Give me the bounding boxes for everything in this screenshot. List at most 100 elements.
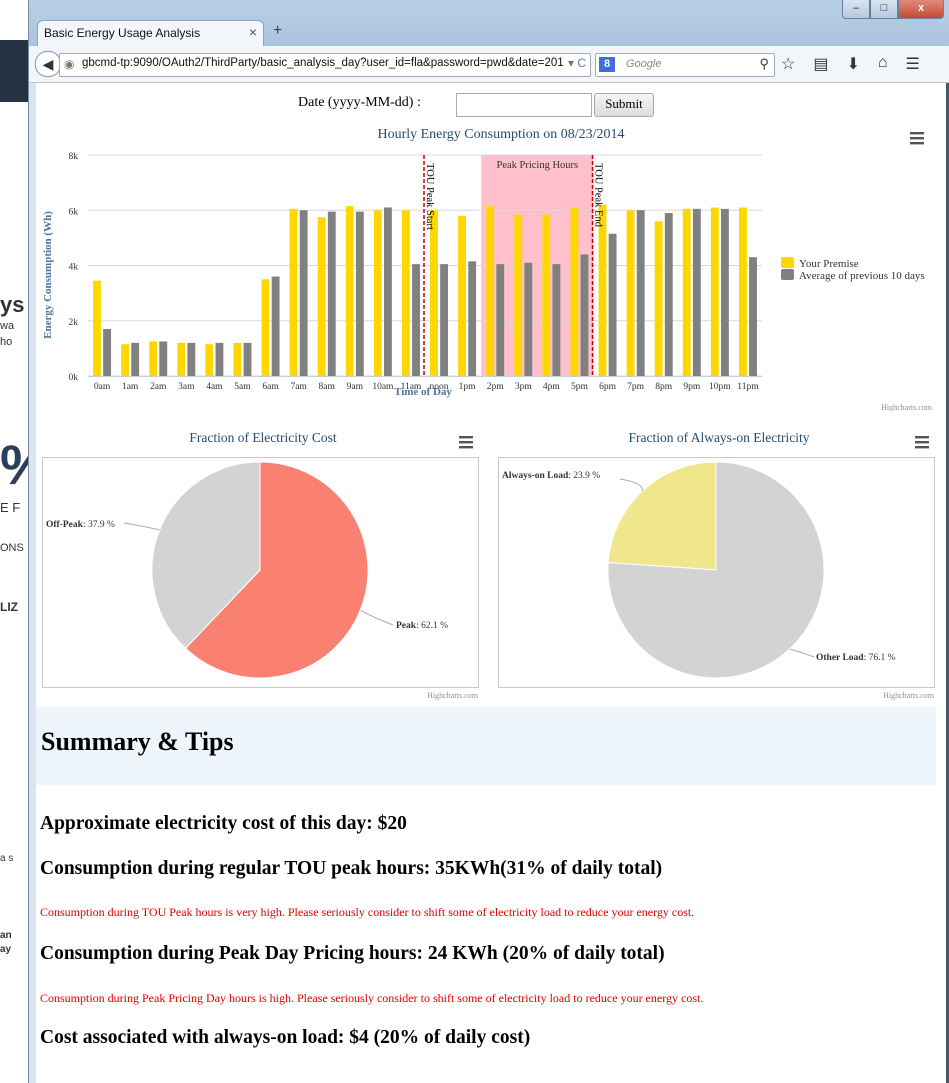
bar-premise[interactable] [93, 280, 101, 376]
bar-average[interactable] [524, 262, 533, 376]
close-window-button[interactable]: x [898, 0, 944, 19]
bar-average[interactable] [468, 261, 477, 376]
peak-day-heading: Consumption during Peak Day Pricing hour… [40, 943, 665, 964]
credits-link[interactable]: Highcharts.com [427, 691, 479, 700]
back-arrow-icon[interactable]: ◀ [35, 51, 61, 77]
chart-menu-icon[interactable] [915, 436, 929, 449]
search-engine-icon[interactable]: 8 [599, 57, 615, 72]
bar-premise[interactable] [317, 217, 326, 376]
bar-premise[interactable] [289, 208, 298, 376]
bar-average[interactable] [636, 210, 645, 376]
browser-window: Basic Energy Usage Analysis × + – □ x ◀ … [28, 0, 949, 1083]
bar-premise[interactable] [570, 207, 579, 376]
bar-average[interactable] [187, 342, 196, 376]
home-icon[interactable]: ⌂ [878, 54, 888, 74]
search-icon[interactable]: ⚲ [759, 56, 769, 72]
bar-premise[interactable] [149, 341, 158, 376]
bar-premise[interactable] [486, 206, 495, 376]
new-tab-button[interactable]: + [273, 22, 282, 40]
bar-premise[interactable] [682, 208, 691, 376]
date-input[interactable] [456, 93, 592, 117]
bar-average[interactable] [608, 233, 617, 376]
search-box[interactable]: 8 Google ⚲ [595, 53, 775, 77]
bar-premise[interactable] [401, 210, 410, 376]
x-tick-label: 11pm [737, 382, 759, 392]
y-tick-label: 0k [69, 373, 79, 383]
credits-link[interactable]: Highcharts.com [881, 403, 933, 411]
chart-menu-icon[interactable] [910, 132, 924, 145]
bar-average[interactable] [299, 210, 308, 376]
bar-premise[interactable] [373, 210, 382, 376]
bar-average[interactable] [159, 341, 168, 376]
bookmark-star-icon[interactable]: ☆ [781, 54, 795, 74]
bar-premise[interactable] [542, 214, 551, 376]
bar-premise[interactable] [177, 342, 186, 376]
y-tick-label: 2k [69, 318, 79, 328]
title-bar: Basic Energy Usage Analysis × + – □ x [29, 0, 949, 50]
bar-average[interactable] [103, 329, 112, 376]
x-tick-label: 5pm [571, 382, 589, 392]
slice-label: Peak: 62.1 % [396, 621, 448, 631]
bar-premise[interactable] [233, 342, 242, 376]
slice-label: Off-Peak: 37.9 % [46, 520, 115, 530]
bar-average[interactable] [749, 257, 757, 376]
download-arrow-icon[interactable]: ⬇ [846, 54, 859, 74]
legend-label-premise[interactable]: Your Premise [799, 258, 859, 270]
tab-close-icon[interactable]: × [249, 24, 257, 40]
bar-average[interactable] [552, 264, 561, 376]
bar-average[interactable] [271, 276, 280, 376]
bar-premise[interactable] [710, 207, 719, 376]
x-tick-label: 5am [234, 382, 251, 392]
browser-tab[interactable]: Basic Energy Usage Analysis × [37, 20, 264, 47]
bar-average[interactable] [355, 211, 364, 376]
bar-average[interactable] [131, 342, 140, 376]
bar-premise[interactable] [654, 221, 663, 376]
bar-premise[interactable] [430, 210, 438, 376]
bar-average[interactable] [664, 213, 673, 376]
background-text: a s [0, 853, 14, 864]
bar-average[interactable] [496, 264, 505, 376]
legend-label-average[interactable]: Average of previous 10 days [799, 270, 925, 282]
bookmarks-list-icon[interactable]: ▤ [813, 54, 828, 74]
bar-average[interactable] [327, 211, 336, 376]
plot-band-label: Peak Pricing Hours [496, 160, 578, 171]
x-tick-label: 10pm [709, 382, 731, 392]
bar-premise[interactable] [458, 215, 467, 376]
tab-title: Basic Energy Usage Analysis [44, 26, 201, 40]
x-tick-label: 6pm [599, 382, 617, 392]
x-tick-label: 1am [122, 382, 139, 392]
minimize-button[interactable]: – [842, 0, 870, 19]
menu-icon[interactable]: ☰ [906, 54, 920, 74]
bar-premise[interactable] [598, 204, 607, 376]
bar-average[interactable] [243, 342, 252, 376]
maximize-button[interactable]: □ [870, 0, 898, 19]
submit-button[interactable]: Submit [594, 93, 654, 117]
background-text: wa [0, 320, 15, 332]
bar-premise[interactable] [205, 344, 214, 376]
bar-premise[interactable] [345, 206, 354, 376]
bar-average[interactable] [720, 208, 729, 376]
pie-slice[interactable] [607, 461, 717, 571]
legend-swatch-premise[interactable] [781, 257, 794, 268]
bar-premise[interactable] [738, 207, 747, 376]
url-text: gbcmd-tp:9090/OAuth2/ThirdParty/basic_an… [82, 57, 564, 69]
bar-average[interactable] [440, 264, 449, 376]
bar-average[interactable] [383, 207, 392, 376]
reload-icon[interactable]: ▾ C [568, 56, 586, 70]
bar-average[interactable] [692, 208, 701, 376]
bar-average[interactable] [215, 342, 224, 376]
x-tick-label: 10am [372, 382, 394, 392]
bar-average[interactable] [412, 264, 420, 376]
cost-fraction-chart: Fraction of Electricity Cost Peak: 62.1 … [42, 430, 479, 700]
bar-premise[interactable] [261, 279, 270, 376]
date-label: Date (yyyy-MM-dd) : [298, 95, 421, 110]
bar-average[interactable] [580, 254, 589, 376]
bar-premise[interactable] [514, 214, 523, 376]
bar-premise[interactable] [121, 344, 130, 376]
legend-swatch-average[interactable] [781, 269, 794, 280]
x-tick-label: 9pm [683, 382, 701, 392]
address-bar[interactable]: ◉ gbcmd-tp:9090/OAuth2/ThirdParty/basic_… [59, 53, 591, 77]
credits-link[interactable]: Highcharts.com [883, 691, 935, 700]
chart-menu-icon[interactable] [459, 436, 473, 449]
bar-premise[interactable] [626, 210, 635, 376]
